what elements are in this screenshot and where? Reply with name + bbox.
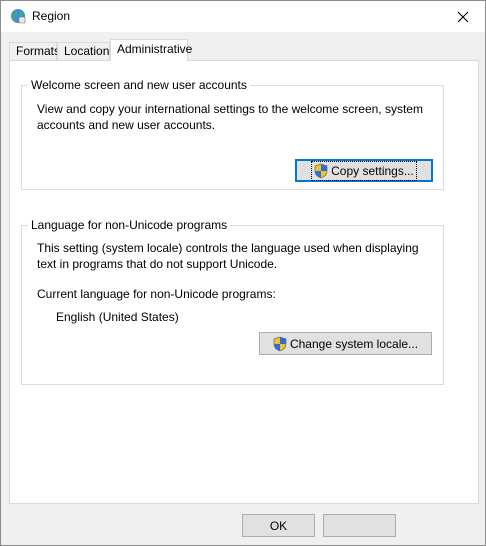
ok-button[interactable]: OK: [242, 514, 315, 537]
tab-label: Administrative: [117, 42, 193, 56]
window-title: Region: [32, 9, 71, 23]
title-bar: Region: [1, 1, 485, 32]
group-legend: Language for non-Unicode programs: [28, 218, 231, 232]
non-unicode-group: Language for non-Unicode programs This s…: [21, 218, 444, 385]
cancel-button[interactable]: [323, 514, 396, 537]
close-icon: [457, 11, 469, 22]
uac-shield-icon: [273, 336, 287, 351]
tab-location[interactable]: Location: [57, 42, 110, 61]
tab-administrative[interactable]: Administrative: [110, 39, 192, 61]
globe-icon: [11, 9, 26, 24]
group-description: This setting (system locale) controls th…: [37, 241, 419, 271]
tab-label: Formats: [16, 44, 61, 58]
change-system-locale-button[interactable]: Change system locale...: [259, 332, 432, 355]
tab-label: Location: [64, 44, 110, 58]
tab-formats[interactable]: Formats: [9, 42, 61, 61]
administrative-panel: Welcome screen and new user accounts Vie…: [9, 60, 479, 504]
button-label: OK: [269, 518, 288, 533]
copy-settings-button[interactable]: Copy settings...: [295, 159, 433, 182]
current-language-label: Current language for non-Unicode program…: [37, 287, 276, 301]
button-label: Copy settings...: [331, 163, 414, 178]
uac-shield-icon: [314, 163, 328, 178]
welcome-screen-group: Welcome screen and new user accounts Vie…: [21, 78, 444, 190]
focus-ring: Copy settings...: [311, 160, 417, 181]
close-button[interactable]: [441, 1, 485, 32]
current-language-value: English (United States): [56, 310, 179, 324]
button-label: Change system locale...: [289, 336, 419, 351]
region-dialog: Region Formats Location Administrative W…: [0, 0, 486, 546]
group-legend: Welcome screen and new user accounts: [28, 78, 250, 92]
group-description: View and copy your international setting…: [37, 102, 423, 132]
